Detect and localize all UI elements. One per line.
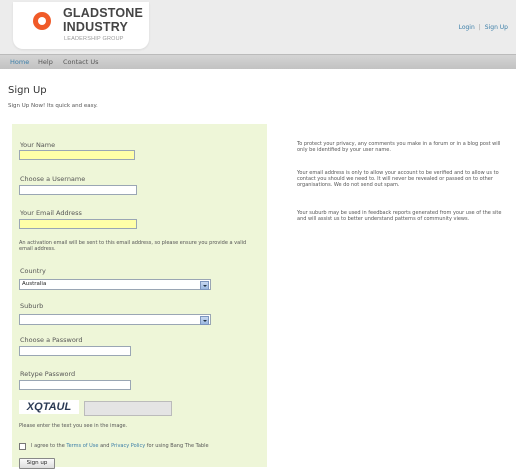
logo-text-line2: INDUSTRY [63,20,129,34]
site-header: GLADSTONE INDUSTRY LEADERSHIP GROUP Logi… [0,0,516,54]
country-selected-value: Australia [22,281,47,287]
captcha-image: XQTAUL [19,400,79,414]
country-select[interactable]: Australia [19,279,211,290]
email-help-text: An activation email will be sent to this… [19,240,247,252]
logo-subtitle: LEADERSHIP GROUP [64,36,124,42]
agree-checkbox[interactable] [19,443,26,450]
suburb-label: Suburb [20,302,44,310]
username-input[interactable] [19,185,137,195]
auth-links: Login | Sign Up [459,24,508,31]
agree-suffix: for using Bang The Table [145,443,209,449]
nav-home[interactable]: Home [10,58,29,66]
auth-separator: | [478,24,481,31]
captcha-help-text: Please enter the text you see in the ima… [19,423,128,429]
agree-prefix: I agree to the [31,443,67,449]
logo-text-line1: GLADSTONE [63,6,144,20]
suburb-select[interactable] [19,314,211,325]
privacy-note-email: Your email address is only to allow your… [297,170,499,188]
page-title: Sign Up [8,85,47,96]
terms-of-use-link[interactable]: Terms of Use [66,443,98,449]
retype-password-input[interactable] [19,380,131,390]
name-label: Your Name [20,141,56,149]
email-label: Your Email Address [20,209,82,217]
page-subtitle: Sign Up Now! Its quick and easy. [8,103,98,109]
logo-circle-icon [33,12,51,30]
login-link[interactable]: Login [459,24,475,31]
captcha-input[interactable] [84,401,172,416]
signup-link[interactable]: Sign Up [485,24,508,31]
nav-contact-us[interactable]: Contact Us [63,58,99,66]
privacy-note-suburb: Your suburb may be used in feedback repo… [297,210,502,222]
agree-text: I agree to the Terms of Use and Privacy … [31,443,209,449]
country-label: Country [20,267,46,275]
privacy-policy-link[interactable]: Privacy Policy [111,443,145,449]
chevron-down-icon[interactable] [200,316,209,325]
agree-mid: and [98,443,112,449]
name-input[interactable] [19,150,135,160]
retype-password-label: Retype Password [20,370,76,378]
site-logo[interactable]: GLADSTONE INDUSTRY LEADERSHIP GROUP [13,2,149,49]
password-label: Choose a Password [20,336,83,344]
chevron-down-icon[interactable] [200,281,209,290]
main-nav: Home Help Contact Us [0,54,516,69]
email-input[interactable] [19,219,137,229]
password-input[interactable] [19,346,131,356]
privacy-note-comments: To protect your privacy, any comments yo… [297,141,501,153]
username-label: Choose a Username [20,175,86,183]
signup-button[interactable]: Sign up [19,458,55,469]
nav-help[interactable]: Help [38,58,53,66]
